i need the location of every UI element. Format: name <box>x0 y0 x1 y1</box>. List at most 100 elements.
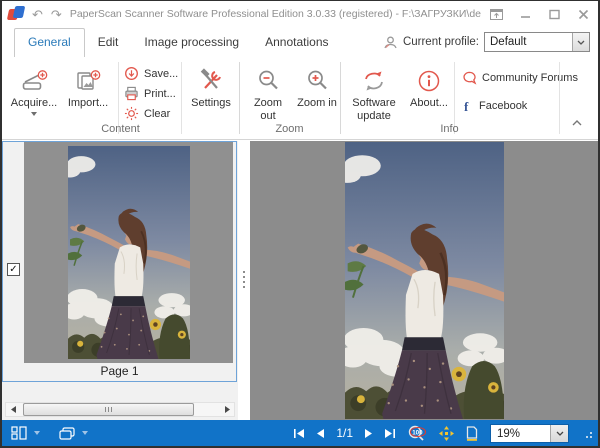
settings-tools-icon <box>198 64 224 94</box>
redo-icon[interactable]: ↷ <box>51 8 62 21</box>
zoom-out-label: Zoom out <box>245 97 291 122</box>
group-label-content: Content <box>2 123 239 135</box>
thumbnail-strip <box>24 142 233 363</box>
ribbon: Acquire... Import... Save... Print... Cl… <box>2 57 598 140</box>
settings-button[interactable]: Settings <box>186 64 236 110</box>
community-forums-label: Community Forums <box>482 72 578 84</box>
document-preview <box>250 141 598 420</box>
tab-edit[interactable]: Edit <box>85 29 132 57</box>
page-list: ✓ Page 1 <box>2 141 237 382</box>
ribbon-tabbar: General Edit Image processing Annotation… <box>2 27 598 57</box>
scrollbar-track[interactable] <box>20 403 220 416</box>
titlebar: ↶ ↷ PaperScan Scanner Software Professio… <box>2 1 598 27</box>
zoom-in-icon <box>305 64 329 94</box>
group-label-info: Info <box>340 123 559 135</box>
facebook-icon: f <box>462 99 474 113</box>
zoom-out-icon <box>256 64 280 94</box>
window-title: PaperScan Scanner Software Professional … <box>70 8 481 20</box>
previous-page-icon[interactable] <box>317 429 324 438</box>
profile-combobox[interactable]: Default <box>484 32 590 52</box>
group-label-zoom: Zoom <box>239 123 340 135</box>
save-download-icon <box>124 66 139 81</box>
app-logo-icon <box>8 6 24 22</box>
thumbnail-hscrollbar[interactable] <box>5 402 235 417</box>
software-update-label: Software update <box>346 97 402 122</box>
profile-combobox-dropdown[interactable] <box>572 33 589 51</box>
page-preview-image <box>345 142 504 419</box>
panel-splitter[interactable] <box>238 141 250 420</box>
resize-grip[interactable] <box>583 429 592 438</box>
clear-icon <box>124 106 139 121</box>
pin-window-icon[interactable] <box>489 8 503 20</box>
current-profile-label: Current profile: <box>403 36 479 48</box>
profile-area: Current profile: Default <box>383 32 590 52</box>
view-dropdown-caret-icon[interactable] <box>34 431 40 435</box>
last-page-icon[interactable] <box>384 429 395 438</box>
cascade-dropdown-caret-icon[interactable] <box>82 431 88 435</box>
tab-general[interactable]: General <box>14 28 85 57</box>
maximize-button[interactable] <box>547 8 561 20</box>
chevron-down-icon <box>577 40 585 45</box>
undo-icon[interactable]: ↶ <box>32 8 43 21</box>
zoom-out-button[interactable]: Zoom out <box>245 64 291 122</box>
zoom-in-button[interactable]: Zoom in <box>296 64 338 110</box>
user-icon <box>383 35 398 50</box>
printer-icon <box>124 86 139 101</box>
software-update-button[interactable]: Software update <box>346 64 402 122</box>
speech-bubble-icon <box>462 71 477 85</box>
save-label: Save... <box>144 68 178 80</box>
tab-annotations[interactable]: Annotations <box>252 29 341 57</box>
statusbar-navigation: 1/1 100 19% <box>294 424 598 443</box>
zoom-level-dropdown[interactable] <box>550 425 568 442</box>
software-update-icon <box>360 64 388 94</box>
import-button[interactable]: Import... <box>64 64 112 110</box>
app-window: ↶ ↷ PaperScan Scanner Software Professio… <box>0 0 600 448</box>
zoom-level-combobox[interactable]: 19% <box>490 424 569 443</box>
acquire-dropdown-caret-icon[interactable] <box>31 112 37 116</box>
acquire-button[interactable]: Acquire... <box>8 64 60 116</box>
pages-panel: ✓ Page 1 <box>2 141 238 420</box>
svg-text:100: 100 <box>412 429 423 436</box>
first-page-icon[interactable] <box>294 429 305 438</box>
acquire-label: Acquire... <box>11 97 57 110</box>
facebook-button[interactable]: f Facebook <box>462 97 527 114</box>
import-images-icon <box>75 64 101 94</box>
chevron-down-icon <box>556 431 564 436</box>
close-button[interactable] <box>576 8 590 20</box>
fit-width-page-icon[interactable] <box>466 426 478 441</box>
clear-label: Clear <box>144 108 170 120</box>
cascade-view-icon[interactable] <box>59 427 75 440</box>
save-button[interactable]: Save... <box>124 65 178 82</box>
window-controls <box>489 8 590 20</box>
settings-label: Settings <box>191 97 231 110</box>
page-thumbnail-image[interactable] <box>68 146 190 359</box>
about-label: About... <box>410 97 448 110</box>
next-page-icon[interactable] <box>365 429 372 438</box>
scrollbar-thumb[interactable] <box>23 403 194 416</box>
page-checkbox[interactable]: ✓ <box>7 263 20 276</box>
about-info-icon <box>416 64 442 94</box>
scroll-right-arrow-icon[interactable] <box>220 403 234 416</box>
community-forums-button[interactable]: Community Forums <box>462 69 578 86</box>
content-area: ✓ Page 1 <box>2 141 598 420</box>
zoom-level-value: 19% <box>491 425 550 442</box>
collapse-ribbon-chevron-icon[interactable] <box>572 113 582 131</box>
statusbar-view-controls <box>2 426 88 440</box>
fit-page-arrows-icon[interactable] <box>439 426 454 441</box>
about-button[interactable]: About... <box>406 64 452 110</box>
tab-image-processing[interactable]: Image processing <box>131 29 252 57</box>
zoom-in-label: Zoom in <box>297 97 337 110</box>
print-button[interactable]: Print... <box>124 85 176 102</box>
page-indicator: 1/1 <box>336 426 353 440</box>
clear-button[interactable]: Clear <box>124 105 170 122</box>
page-label: Page 1 <box>3 364 236 380</box>
facebook-label: Facebook <box>479 100 527 112</box>
zoom-100-icon[interactable]: 100 <box>407 425 427 442</box>
svg-text:f: f <box>464 99 469 113</box>
thumbnail-view-icon[interactable] <box>11 426 27 440</box>
scroll-left-arrow-icon[interactable] <box>6 403 20 416</box>
scanner-acquire-icon <box>21 64 48 94</box>
statusbar: 1/1 100 19% <box>2 420 598 446</box>
print-label: Print... <box>144 88 176 100</box>
minimize-button[interactable] <box>518 8 532 20</box>
